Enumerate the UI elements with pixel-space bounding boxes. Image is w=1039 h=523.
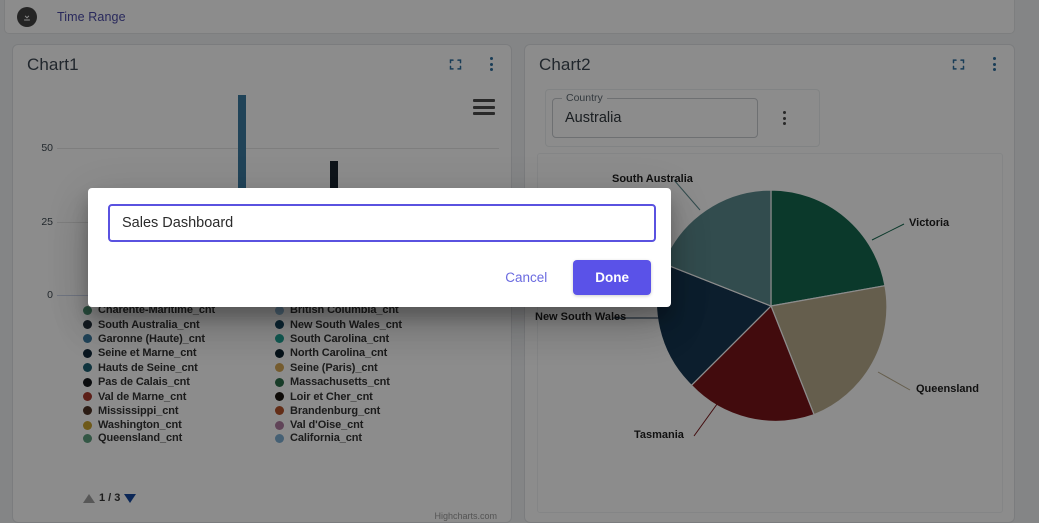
done-button[interactable]: Done: [573, 260, 651, 295]
cancel-button[interactable]: Cancel: [501, 264, 551, 291]
rename-dashboard-dialog: Cancel Done: [88, 188, 671, 307]
dashboard-title-input[interactable]: [108, 204, 656, 242]
dashboard-screen: Time Range Chart1 50 25 0 Charente-Marit…: [0, 0, 1039, 523]
dialog-actions: Cancel Done: [501, 260, 651, 295]
